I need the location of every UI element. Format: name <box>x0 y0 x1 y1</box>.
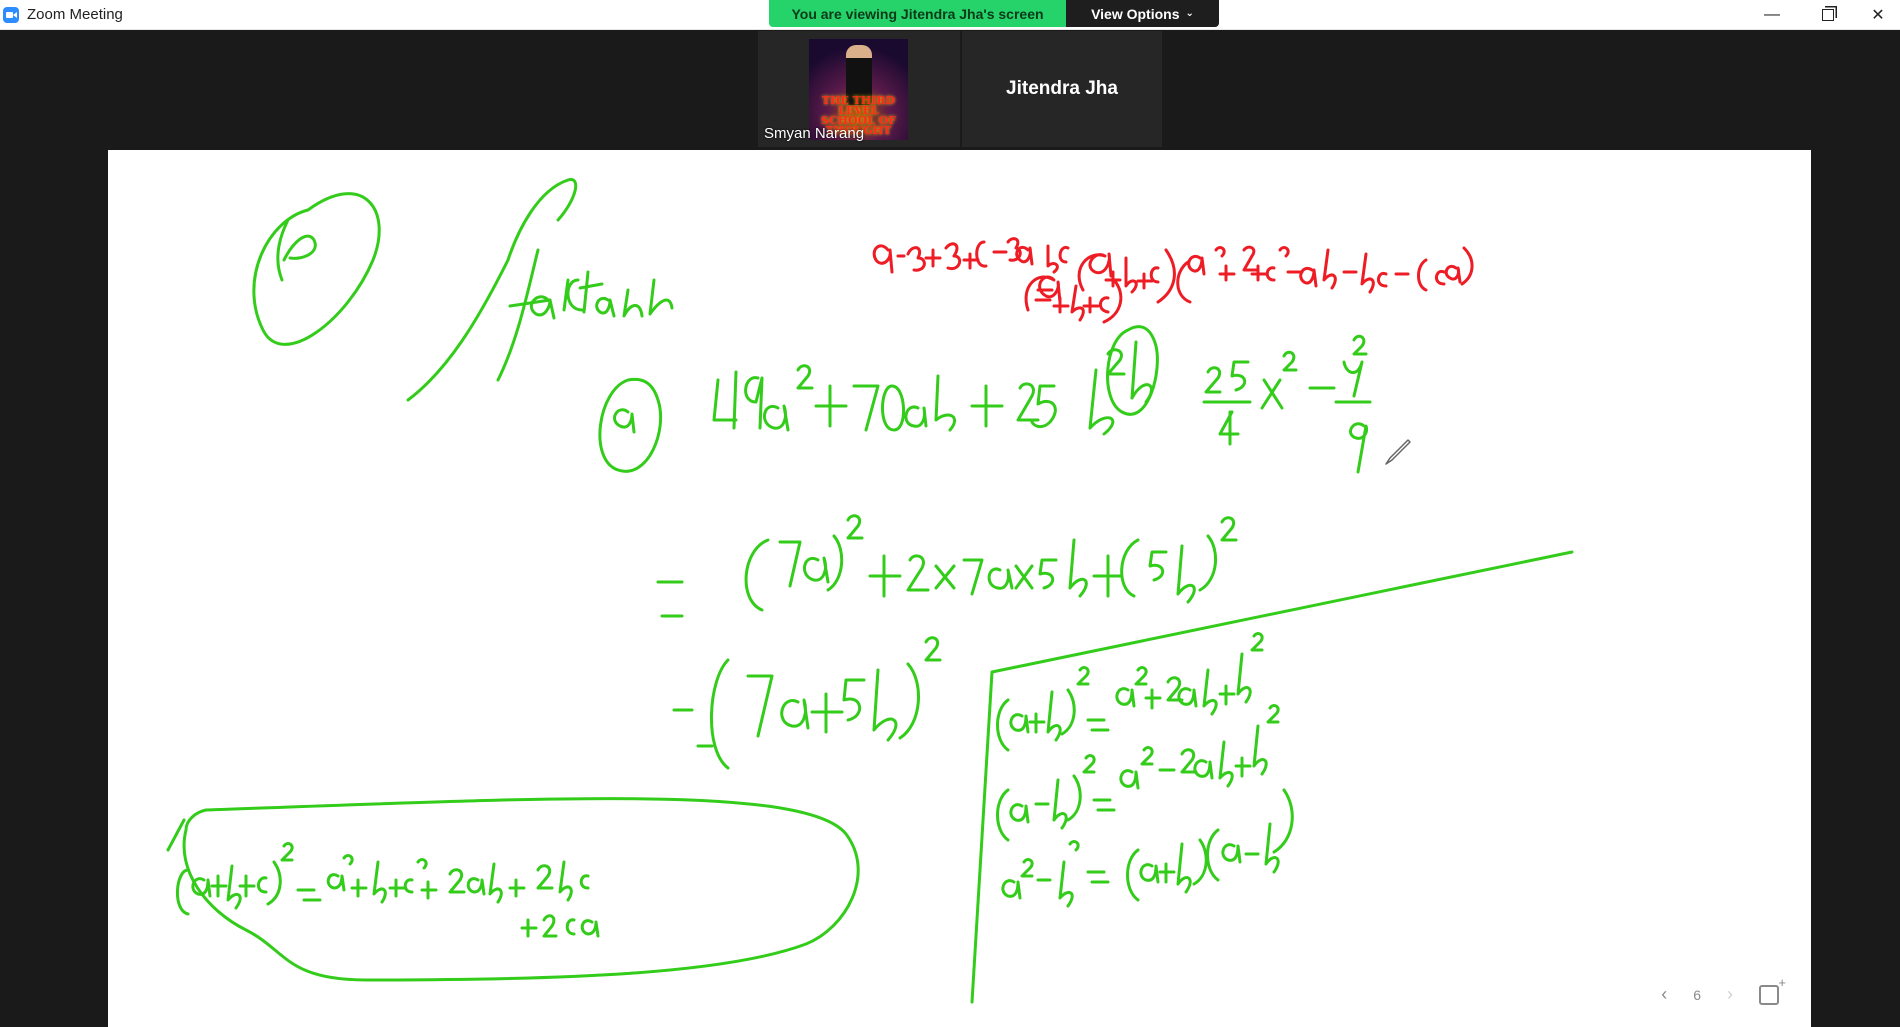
restore-button[interactable] <box>1800 0 1856 29</box>
red-ink-identity <box>872 237 1474 324</box>
green-ink-writing <box>166 178 1574 1004</box>
participant-name: Smyan Narang <box>764 125 865 142</box>
restore-icon <box>1822 8 1834 21</box>
title-bar: Zoom Meeting You are viewing Jitendra Jh… <box>0 0 1900 30</box>
page-number: 6 <box>1693 986 1701 1003</box>
chevron-down-icon: ⌄ <box>1185 8 1194 19</box>
minimize-icon: — <box>1764 5 1780 23</box>
zoom-app-icon <box>3 7 19 23</box>
previous-page-button[interactable]: ‹ <box>1661 984 1667 1005</box>
shared-whiteboard: ‹ 6 › <box>108 150 1811 1027</box>
participant-tile-smyan[interactable]: THE THIRD LEVEL SCHOOL OF THOUGHT Smyan … <box>758 31 960 147</box>
close-window-button[interactable]: ✕ <box>1850 0 1900 29</box>
view-options-button[interactable]: View Options ⌄ <box>1066 0 1219 27</box>
window-title: Zoom Meeting <box>27 6 123 23</box>
participant-tile-jitendra[interactable]: Jitendra Jha <box>962 31 1162 147</box>
pen-cursor-icon <box>1385 439 1411 465</box>
share-status-text: You are viewing Jitendra Jha's screen <box>769 0 1066 27</box>
new-page-icon[interactable] <box>1759 975 1786 1005</box>
handwriting-layer <box>166 178 1574 1004</box>
minimize-button[interactable]: — <box>1744 0 1800 29</box>
page-navigator: ‹ 6 › <box>1661 975 1786 1005</box>
participant-name: Jitendra Jha <box>1006 78 1118 99</box>
screen-share-banner: You are viewing Jitendra Jha's screen Vi… <box>769 0 1219 27</box>
close-icon: ✕ <box>1871 6 1885 24</box>
next-page-button[interactable]: › <box>1727 984 1733 1005</box>
view-options-label: View Options <box>1091 5 1180 22</box>
